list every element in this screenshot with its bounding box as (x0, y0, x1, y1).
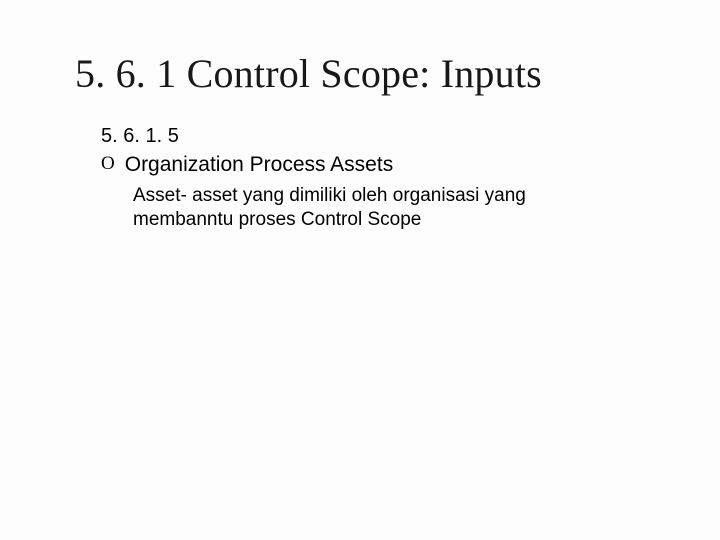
bullet-item: O Organization Process Assets (101, 152, 650, 178)
bullet-label: Organization Process Assets (125, 152, 393, 178)
bullet-description: Asset- asset yang dimiliki oleh organisa… (133, 184, 573, 232)
bullet-marker-icon: O (101, 152, 115, 176)
slide-title: 5. 6. 1 Control Scope: Inputs (75, 50, 650, 97)
section-number: 5. 6. 1. 5 (101, 125, 650, 148)
slide: 5. 6. 1 Control Scope: Inputs 5. 6. 1. 5… (0, 0, 720, 540)
